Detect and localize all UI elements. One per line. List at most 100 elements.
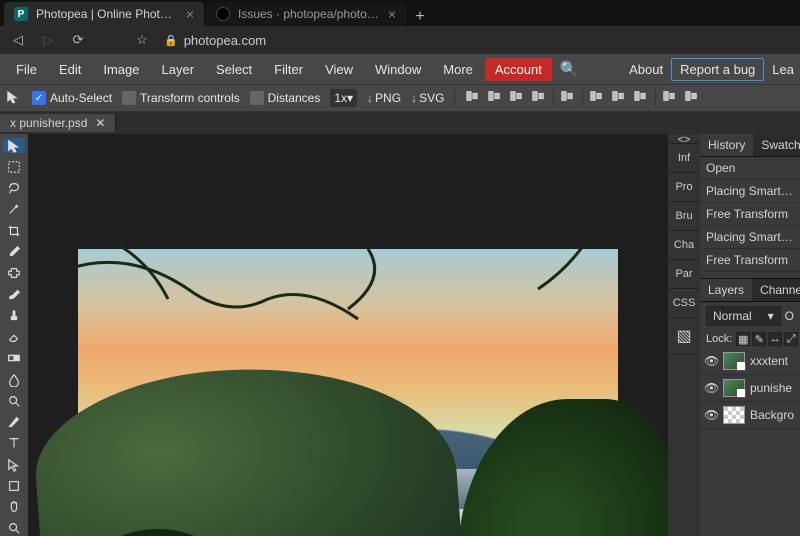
tool-path-select[interactable] (3, 457, 25, 472)
panel-tab-paragraph[interactable]: Par (668, 260, 700, 289)
blend-mode-select[interactable]: Normal ▾ (706, 306, 781, 326)
menu-more[interactable]: More (433, 58, 483, 81)
report-bug-button[interactable]: Report a bug (671, 58, 764, 81)
checkbox-checked-icon: ✓ (32, 91, 46, 105)
align-button-8[interactable] (662, 89, 678, 105)
swatches-tab[interactable]: Swatches (753, 134, 800, 156)
collapsed-panel-strip: <> Inf Pro Bru Cha Par CSS ▧ (668, 134, 700, 536)
opacity-label[interactable]: O (785, 309, 794, 323)
search-icon[interactable]: 🔍 (560, 60, 579, 78)
tool-dodge[interactable] (3, 393, 25, 408)
menu-view[interactable]: View (315, 58, 363, 81)
tool-move[interactable] (3, 138, 25, 153)
history-item[interactable]: Placing Smart Obje (700, 226, 800, 249)
layer-row[interactable]: 👁 punishe (700, 375, 800, 402)
browser-tab-github[interactable]: Issues · photopea/photopea · Gi… × (206, 2, 406, 26)
layer-name: punishe (750, 381, 792, 395)
learn-link[interactable]: Lea (772, 62, 794, 77)
history-tab[interactable]: History (700, 134, 753, 156)
menu-filter[interactable]: Filter (264, 58, 313, 81)
tool-brush[interactable] (3, 287, 25, 302)
tab-title: Photopea | Online Photo Editor (36, 7, 178, 21)
align-button-1[interactable] (487, 89, 503, 105)
tool-lasso[interactable] (3, 181, 25, 196)
tool-blur[interactable] (3, 372, 25, 387)
layers-tab[interactable]: Layers (700, 279, 752, 301)
panel-expand-handle[interactable]: <> (668, 134, 700, 144)
browser-tab-photopea[interactable]: P Photopea | Online Photo Editor × (4, 2, 204, 26)
panel-tab-brush[interactable]: Bru (668, 202, 700, 231)
about-link[interactable]: About (629, 62, 663, 77)
address-bar[interactable]: 🔒 photopea.com (164, 33, 266, 48)
panel-tab-css[interactable]: CSS (668, 289, 700, 318)
menu-image[interactable]: Image (93, 58, 149, 81)
export-svg-button[interactable]: ↓ SVG (411, 91, 444, 105)
tool-pen[interactable] (3, 414, 25, 429)
history-item[interactable]: Free Transform (700, 203, 800, 226)
tool-gradient[interactable] (3, 351, 25, 366)
menu-layer[interactable]: Layer (152, 58, 205, 81)
distances-toggle[interactable]: Distances (250, 91, 321, 105)
auto-select-toggle[interactable]: ✓ Auto-Select (32, 91, 112, 105)
zoom-select[interactable]: 1x▾ (330, 89, 357, 107)
menu-window[interactable]: Window (365, 58, 431, 81)
tool-hand[interactable] (3, 500, 25, 515)
panel-tab-properties[interactable]: Pro (668, 173, 700, 202)
layer-row[interactable]: 👁Backgro (700, 402, 800, 429)
new-tab-button[interactable]: + (408, 8, 432, 26)
tool-rect-select[interactable] (3, 159, 25, 174)
lock-button[interactable]: ⤢ (784, 332, 798, 346)
canvas-area[interactable] (28, 134, 668, 536)
eye-icon[interactable]: 👁 (704, 408, 718, 422)
tool-crop[interactable] (3, 223, 25, 238)
bookmark-button[interactable]: ☆ (134, 32, 150, 48)
tool-zoom[interactable] (3, 521, 25, 536)
tool-eyedropper[interactable] (3, 244, 25, 259)
lock-button[interactable]: ▦ (736, 332, 750, 346)
panel-tab-gallery[interactable]: ▧ (668, 318, 700, 355)
lock-button[interactable]: ↔ (768, 332, 782, 346)
history-item[interactable]: Placing Smart Obje (700, 180, 800, 203)
channels-tab[interactable]: Channels (752, 279, 800, 301)
panel-tab-info[interactable]: Inf (668, 144, 700, 173)
distances-label: Distances (268, 91, 321, 105)
menu-file[interactable]: File (6, 58, 47, 81)
eye-icon[interactable]: 👁 (704, 381, 718, 395)
close-icon[interactable]: × (388, 6, 396, 22)
tool-heal[interactable] (3, 266, 25, 281)
eye-icon[interactable]: 👁 (704, 354, 718, 368)
reload-button[interactable]: ⟳ (70, 32, 86, 48)
layer-thumb (723, 406, 745, 424)
history-item[interactable]: Free Transform (700, 249, 800, 272)
align-button-6[interactable] (611, 89, 627, 105)
align-button-4[interactable] (560, 89, 576, 105)
align-button-5[interactable] (589, 89, 605, 105)
canvas[interactable] (78, 249, 618, 536)
forward-button[interactable]: ▷ (40, 32, 56, 48)
menu-edit[interactable]: Edit (49, 58, 91, 81)
transform-controls-toggle[interactable]: Transform controls (122, 91, 240, 105)
align-button-2[interactable] (509, 89, 525, 105)
tool-text[interactable] (3, 436, 25, 451)
tool-eraser[interactable] (3, 329, 25, 344)
tool-shape[interactable] (3, 478, 25, 493)
layer-row[interactable]: 👁xxxtent (700, 348, 800, 375)
tool-stamp[interactable] (3, 308, 25, 323)
panel-tab-character[interactable]: Cha (668, 231, 700, 260)
align-button-7[interactable] (633, 89, 649, 105)
close-icon[interactable]: ✕ (95, 116, 105, 130)
history-item[interactable]: Open (700, 157, 800, 180)
document-tab[interactable]: x punisher.psd ✕ (0, 114, 116, 132)
align-button-0[interactable] (465, 89, 481, 105)
export-png-button[interactable]: ↓ PNG (367, 91, 401, 105)
align-button-3[interactable] (531, 89, 547, 105)
back-button[interactable]: ◁ (10, 32, 26, 48)
lock-button[interactable]: ✎ (752, 332, 766, 346)
menu-account[interactable]: Account (485, 58, 552, 81)
tool-wand[interactable] (3, 202, 25, 217)
align-button-9[interactable] (684, 89, 700, 105)
close-icon[interactable]: × (186, 6, 194, 22)
right-panels: History Swatches OpenPlacing Smart ObjeF… (700, 134, 800, 536)
divider (655, 89, 656, 107)
menu-select[interactable]: Select (206, 58, 262, 81)
